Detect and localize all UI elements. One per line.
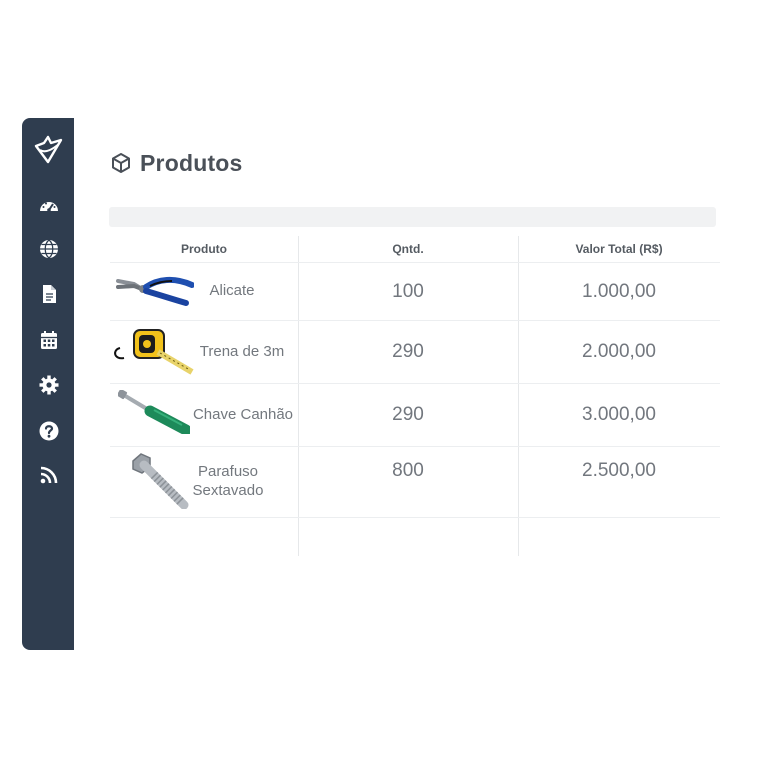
product-name: Chave Canhão <box>192 406 294 423</box>
page-title-text: Produtos <box>140 149 243 176</box>
gear-icon[interactable] <box>38 374 60 396</box>
total-value-cell: 3.000,00 <box>582 404 656 425</box>
quantity-cell: 100 <box>392 280 424 302</box>
document-icon[interactable] <box>38 283 60 305</box>
row-divider <box>110 517 720 518</box>
product-name: Parafuso Sextavado <box>190 462 266 500</box>
table-row[interactable]: Chave Canhão 290 3.000,00 <box>110 384 720 446</box>
logo-icon[interactable] <box>32 134 64 168</box>
product-name: Alicate <box>209 282 255 299</box>
dashboard-icon[interactable] <box>38 195 60 217</box>
quantity-cell: 800 <box>392 460 424 481</box>
help-icon[interactable] <box>38 420 60 442</box>
column-header-produto[interactable]: Produto <box>110 236 298 262</box>
globe-icon[interactable] <box>38 238 60 260</box>
page-title: Produtos <box>110 146 243 180</box>
products-table: Produto Qntd. Valor Total (R$) Alicate 1… <box>110 236 720 556</box>
quantity-cell: 290 <box>392 341 424 362</box>
column-header-valor-total[interactable]: Valor Total (R$) <box>518 236 720 262</box>
filter-bar <box>109 207 716 227</box>
app-window: Produtos Produto Qntd. Valor Total (R$) … <box>22 118 738 650</box>
column-header-qntd[interactable]: Qntd. <box>298 236 518 262</box>
tape-measure-icon <box>112 326 194 383</box>
pliers-icon <box>116 273 195 312</box>
product-name: Trena de 3m <box>199 343 285 360</box>
calendar-icon[interactable] <box>38 329 60 351</box>
quantity-cell: 290 <box>392 404 424 425</box>
total-value-cell: 1.000,00 <box>582 280 656 302</box>
nut-driver-icon <box>116 388 192 439</box>
hex-bolt-icon <box>130 451 190 514</box>
table-row[interactable]: Alicate 100 1.000,00 <box>110 263 720 320</box>
table-row[interactable]: Parafuso Sextavado 800 2.500,00 <box>110 447 720 517</box>
product-name-line: Sextavado <box>192 482 264 499</box>
table-row[interactable]: Trena de 3m 290 2.000,00 <box>110 321 720 383</box>
product-name-line: Parafuso <box>197 463 259 480</box>
sidebar <box>22 118 74 650</box>
cube-icon <box>110 152 132 174</box>
total-value-cell: 2.000,00 <box>582 341 656 362</box>
total-value-cell: 2.500,00 <box>582 460 656 481</box>
rss-icon[interactable] <box>38 464 60 486</box>
